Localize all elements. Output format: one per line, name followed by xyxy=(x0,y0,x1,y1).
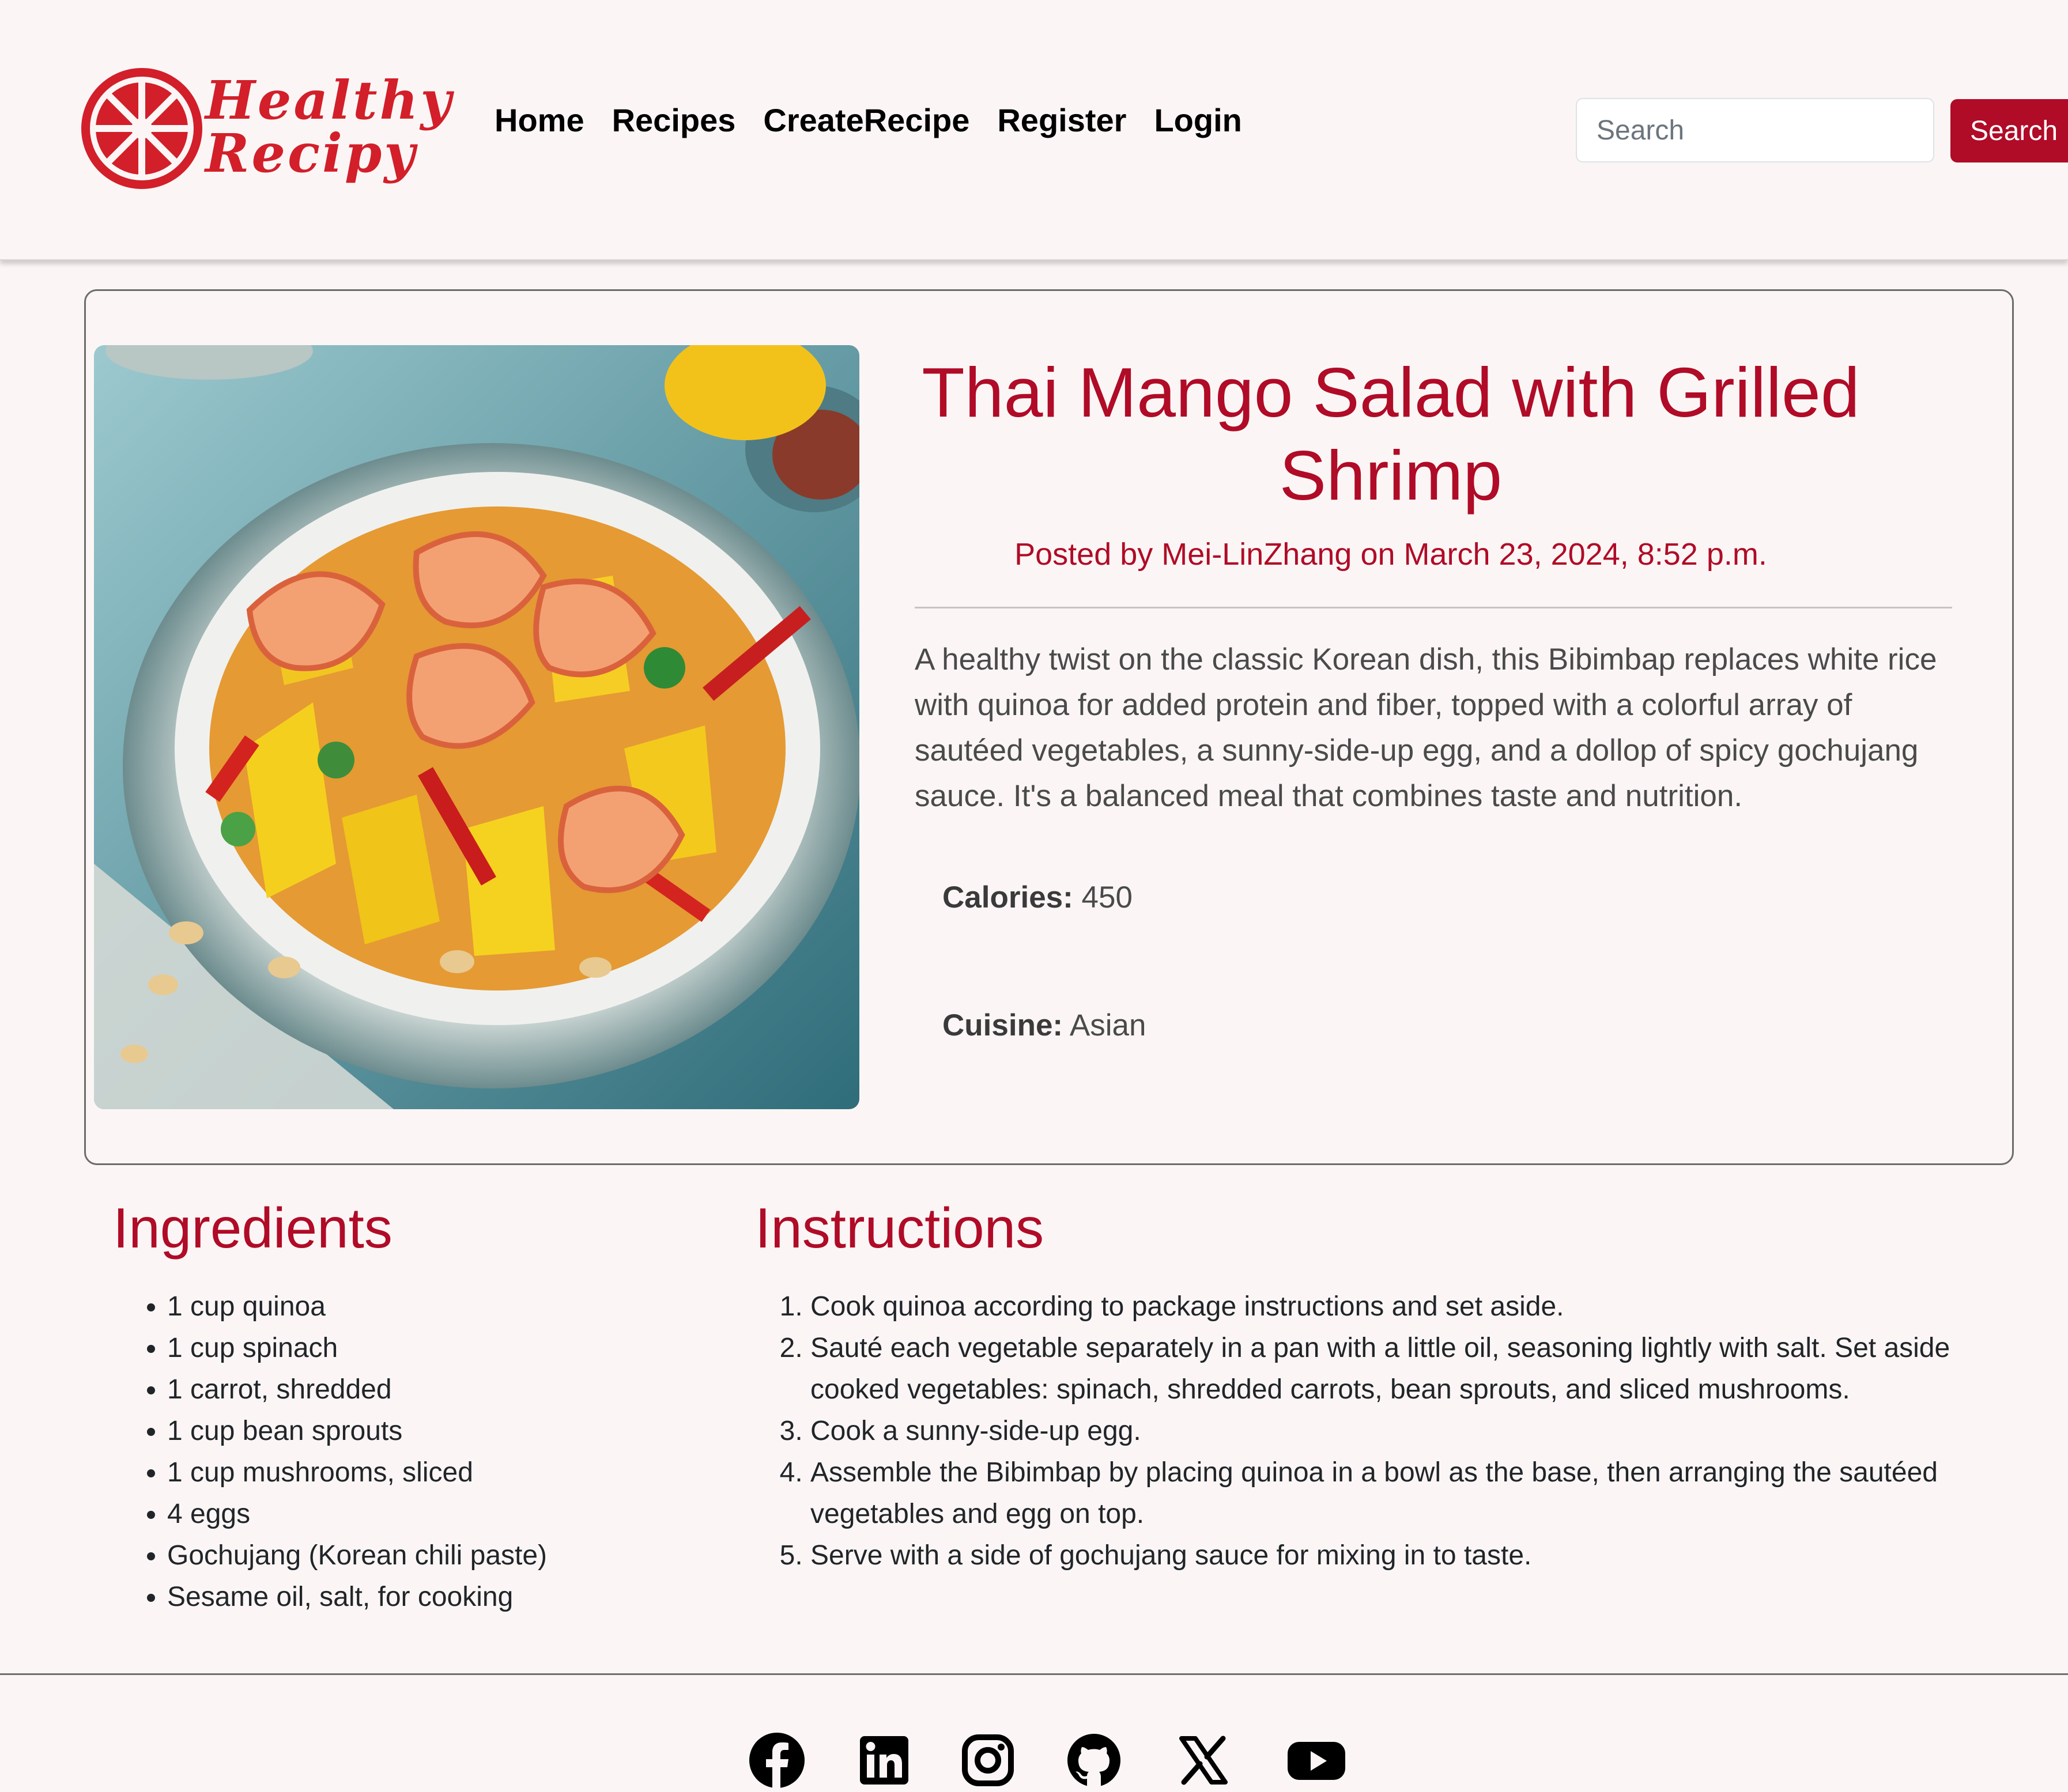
cuisine-row: Cuisine: Asian xyxy=(942,1008,1146,1043)
recipe-description: A healthy twist on the classic Korean di… xyxy=(915,642,1937,813)
posted-by-line: Posted by Mei-LinZhang on March 23, 2024… xyxy=(1014,537,1767,572)
nav-create-recipe[interactable]: CreateRecipe xyxy=(763,101,969,139)
calories-row: Calories: 450 xyxy=(942,880,1133,915)
cuisine-label: Cuisine: xyxy=(942,1008,1063,1042)
brand-logo[interactable]: Healthy Recipy xyxy=(80,62,451,195)
ingredient-item: 4 eggs xyxy=(167,1494,547,1535)
ingredient-item: Sesame oil, salt, for cooking xyxy=(167,1576,547,1618)
recipe-card: Thai Mango Salad with Grilled Shrimp Pos… xyxy=(84,289,2014,1165)
instruction-step: Sauté each vegetable separately in a pan… xyxy=(810,1328,2021,1411)
ingredients-heading: Ingredients xyxy=(113,1196,393,1260)
github-icon[interactable] xyxy=(1065,1731,1123,1789)
linkedin-icon[interactable] xyxy=(855,1731,913,1789)
instagram-icon[interactable] xyxy=(959,1731,1017,1789)
recipe-photo xyxy=(94,345,859,1109)
nav-recipes[interactable]: Recipes xyxy=(612,101,736,139)
instructions-heading: Instructions xyxy=(755,1196,1044,1260)
search-input[interactable] xyxy=(1576,98,1934,162)
search-button[interactable]: Search xyxy=(1950,99,2068,162)
nav-register[interactable]: Register xyxy=(997,101,1126,139)
recipe-title: Thai Mango Salad with Grilled Shrimp xyxy=(922,353,1860,515)
instruction-list: Cook quinoa according to package instruc… xyxy=(755,1286,2021,1576)
ingredient-item: 1 cup spinach xyxy=(167,1328,547,1369)
ingredient-item: 1 cup quinoa xyxy=(167,1286,547,1328)
instruction-step: Serve with a side of gochujang sauce for… xyxy=(810,1535,2021,1576)
ingredient-item: Gochujang (Korean chili paste) xyxy=(167,1535,547,1576)
citrus-logo-icon xyxy=(81,68,202,189)
nav-login[interactable]: Login xyxy=(1154,101,1241,139)
ingredient-item: 1 cup bean sprouts xyxy=(167,1411,547,1452)
x-icon[interactable] xyxy=(1175,1731,1232,1789)
instruction-step: Cook a sunny-side-up egg. xyxy=(810,1411,2021,1452)
calories-value: 450 xyxy=(1081,880,1133,914)
brand-line-1: Healthy xyxy=(205,69,454,131)
facebook-icon[interactable] xyxy=(748,1731,806,1789)
nav-home[interactable]: Home xyxy=(495,101,584,139)
brand-line-2: Recipy xyxy=(205,122,417,184)
footer xyxy=(0,1673,2068,1789)
instruction-step: Assemble the Bibimbap by placing quinoa … xyxy=(810,1452,2021,1535)
cuisine-value: Asian xyxy=(1069,1008,1146,1042)
ingredient-item: 1 cup mushrooms, sliced xyxy=(167,1452,547,1494)
navbar: Healthy Recipy Home Recipes CreateRecipe… xyxy=(0,0,2068,260)
main-nav: Home Recipes CreateRecipe Register Login xyxy=(495,101,1242,139)
youtube-icon[interactable] xyxy=(1286,1731,1345,1789)
instruction-step: Cook quinoa according to package instruc… xyxy=(810,1286,2021,1328)
card-divider xyxy=(915,607,1952,608)
ingredient-list: 1 cup quinoa 1 cup spinach 1 carrot, shr… xyxy=(113,1286,547,1618)
calories-label: Calories: xyxy=(942,880,1073,914)
ingredient-item: 1 carrot, shredded xyxy=(167,1369,547,1411)
